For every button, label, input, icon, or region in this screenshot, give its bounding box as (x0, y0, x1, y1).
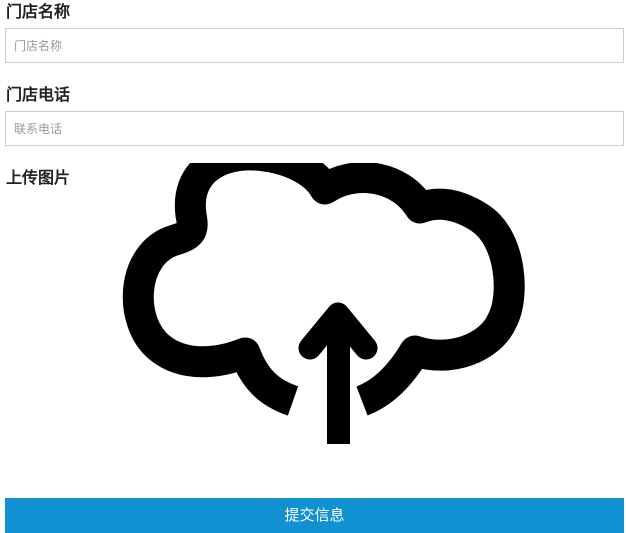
cloud-upload-icon (122, 163, 525, 444)
submit-button[interactable]: 提交信息 (5, 498, 624, 533)
upload-image-label: 上传图片 (6, 168, 71, 187)
image-upload-button[interactable] (110, 163, 535, 448)
store-phone-input[interactable] (5, 111, 624, 146)
store-name-input[interactable] (5, 28, 624, 63)
store-phone-label: 门店电话 (6, 85, 71, 104)
store-name-label: 门店名称 (6, 2, 71, 21)
